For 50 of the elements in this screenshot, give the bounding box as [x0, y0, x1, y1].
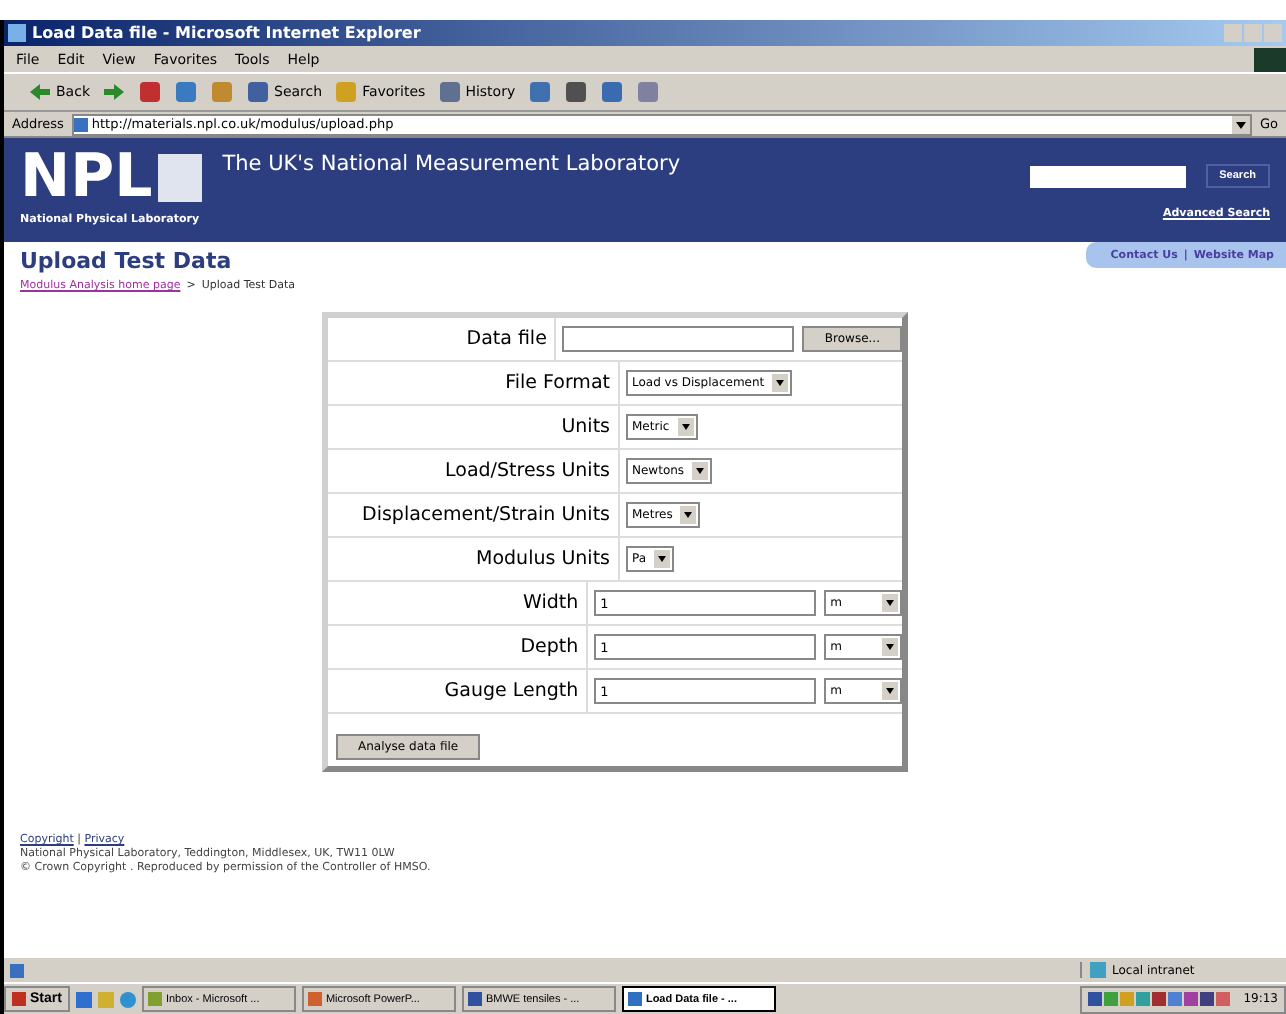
toolbar-icon [210, 80, 234, 104]
toolbar-icon [563, 80, 588, 104]
window-title: Load Data file - Microsoft Internet Explorer [32, 24, 423, 42]
toolbar-icon [635, 80, 660, 104]
dropdown-arrow-icon [882, 594, 898, 612]
file-path-field[interactable] [562, 326, 795, 352]
toolbar-button[interactable] [635, 80, 660, 104]
toolbar-icon [138, 80, 162, 104]
dropdown-arrow-icon [654, 550, 671, 568]
toolbar-icon [334, 80, 359, 104]
dropdown-arrow-icon [677, 418, 694, 436]
toolbar-button[interactable] [102, 82, 126, 102]
dropdown-arrow-icon [882, 638, 898, 656]
toolbar-button[interactable] [527, 80, 552, 104]
toolbar-button[interactable] [563, 80, 588, 104]
field-label: Modulus Units [328, 538, 620, 580]
toolbar-button[interactable] [138, 80, 162, 104]
search-field[interactable] [1029, 165, 1186, 187]
app-icon [147, 992, 162, 1006]
page-icon [10, 963, 24, 977]
dropdown-arrow-icon[interactable] [1231, 115, 1250, 133]
toolbar-icon [599, 80, 624, 104]
page-title: Upload Test Data [20, 248, 234, 274]
dropdown-arrow-icon [882, 682, 898, 700]
field-label: Data file [328, 318, 557, 360]
field-label: Gauge Length [328, 670, 589, 712]
app-icon [627, 992, 642, 1006]
app-icon [467, 992, 482, 1006]
toolbar-button[interactable] [599, 80, 624, 104]
toolbar-icon [527, 80, 552, 104]
field-label: Width [328, 582, 589, 624]
toolbar-icon [246, 80, 270, 104]
zone-icon [1090, 962, 1106, 978]
field-label: Load/Stress Units [328, 450, 620, 492]
arrow-icon [28, 82, 52, 102]
field-label: Depth [328, 626, 589, 668]
toolbar-icon [174, 80, 198, 104]
logo-text: NPL [20, 146, 153, 210]
page-icon [73, 117, 88, 131]
toolbar-icon [437, 80, 462, 104]
dropdown-arrow-icon [772, 374, 789, 392]
dropdown-arrow-icon [680, 506, 697, 524]
field-label: Displacement/Strain Units [328, 494, 620, 536]
toolbar-button[interactable] [174, 80, 198, 104]
arrow-icon [102, 82, 126, 102]
field-label: File Format [328, 362, 620, 404]
tagline: The UK's National Measurement Laboratory [222, 152, 681, 180]
dropdown-arrow-icon [692, 462, 709, 480]
field-label: Units [328, 406, 620, 448]
app-icon [307, 992, 322, 1006]
